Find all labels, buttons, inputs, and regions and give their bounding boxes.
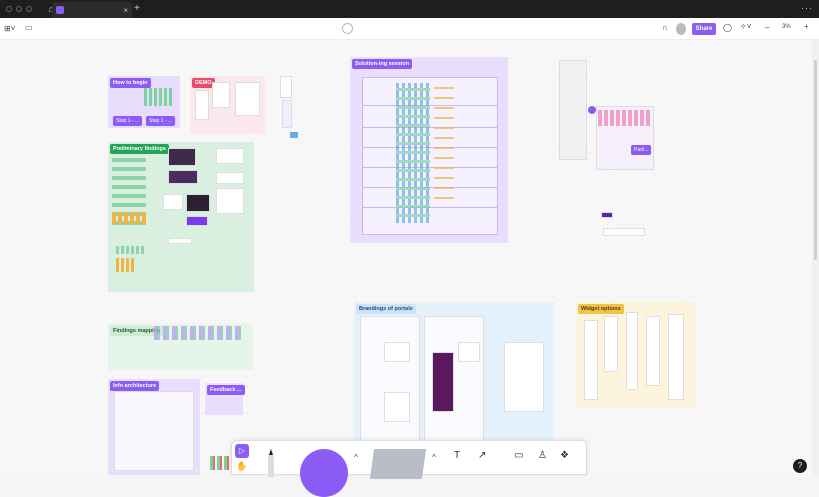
screenshot-thumb xyxy=(163,194,183,210)
sticky-cluster xyxy=(598,110,652,126)
section-demo[interactable]: DEMO xyxy=(190,76,265,134)
zoom-level[interactable]: 3% xyxy=(782,24,791,30)
avatar[interactable] xyxy=(676,23,686,35)
section-tool-icon[interactable]: ▭ xyxy=(514,450,523,461)
sticky-grid xyxy=(144,88,172,106)
tab-active[interactable]: × xyxy=(52,2,132,18)
screenshot-thumb xyxy=(186,216,208,226)
smiley-icon[interactable] xyxy=(342,23,353,34)
share-button[interactable]: Share xyxy=(692,23,716,35)
step-chip[interactable]: Step 1 - ... xyxy=(146,116,176,126)
widget-mock xyxy=(604,316,618,372)
connector-tool-icon[interactable]: ↗ xyxy=(478,450,486,461)
sticky-cluster xyxy=(434,87,454,207)
screenshot-thumb xyxy=(216,188,244,214)
section-label: Info architecture xyxy=(110,381,160,391)
sitemap-document xyxy=(114,391,194,471)
section-findings-mapping[interactable]: Findings mapping xyxy=(108,324,253,370)
whiteboard-canvas[interactable]: How to begin Step 1 - ... Step 1 - ... D… xyxy=(0,40,812,475)
portal-screenshot xyxy=(458,342,480,362)
tab-close-button[interactable]: × xyxy=(123,6,128,15)
document-thumb[interactable] xyxy=(280,76,292,98)
screenshot-thumb xyxy=(168,148,196,166)
text-tool[interactable]: T xyxy=(454,450,460,461)
shape-tool[interactable] xyxy=(300,449,348,497)
table-row xyxy=(362,147,498,148)
widgets-tool-icon[interactable]: ❖ xyxy=(560,450,569,461)
window-titlebar: ⌂ × + ··· xyxy=(0,0,819,18)
section-solutioning-session[interactable]: Solution-ing session xyxy=(350,57,508,243)
zoom-in-button[interactable]: + xyxy=(804,22,809,31)
table-row xyxy=(362,207,498,208)
sticky-cluster xyxy=(396,83,430,223)
document-thumb xyxy=(235,82,260,116)
help-button[interactable]: ? xyxy=(793,459,807,473)
section-info-architecture[interactable]: Info architecture xyxy=(108,379,200,475)
screenshot-thumb xyxy=(168,238,192,244)
document-thumb[interactable] xyxy=(603,228,645,236)
table-row xyxy=(362,167,498,168)
table-row xyxy=(362,187,498,188)
sticky-cluster[interactable] xyxy=(210,456,232,470)
main-menu-icon[interactable]: ⊞˅ xyxy=(4,24,15,33)
sticky-note[interactable] xyxy=(290,132,298,138)
marker-tip-icon xyxy=(269,449,273,455)
chevron-up-icon[interactable]: ^ xyxy=(432,453,436,462)
sticky-cluster xyxy=(154,326,244,340)
more-icon[interactable]: ··· xyxy=(801,3,813,13)
section-preliminary-findings[interactable]: Preliminary findings xyxy=(108,142,254,292)
section-widget-options[interactable]: Widget options xyxy=(576,302,696,408)
sticky-cluster xyxy=(116,258,136,272)
sticky-cluster xyxy=(112,212,148,224)
document-thumb xyxy=(212,82,230,108)
chevron-up-icon[interactable]: ^ xyxy=(354,453,358,462)
zoom-out-button[interactable]: – xyxy=(765,23,769,32)
top-toolbar: ⊞˅ ▭ ∩ Share ◯ ✧˅ – 3% + xyxy=(0,18,819,40)
hand-icon[interactable]: ✋ xyxy=(236,461,247,472)
section-label: Preliminary findings xyxy=(110,144,169,154)
document-thumb xyxy=(195,90,209,120)
pointer-tool[interactable]: ▷ xyxy=(235,444,249,458)
screenshot-thumb xyxy=(216,172,244,184)
avatar xyxy=(588,106,596,114)
table-row xyxy=(362,105,498,106)
screenshot-thumb[interactable] xyxy=(601,212,613,218)
table-row xyxy=(362,127,498,128)
flow-panel[interactable] xyxy=(559,60,587,160)
window-controls[interactable] xyxy=(6,6,32,12)
comment-icon[interactable]: ◯ xyxy=(723,23,732,32)
widget-mock xyxy=(646,316,660,386)
section-feedback[interactable]: Feedback ... xyxy=(205,383,245,415)
new-tab-button[interactable]: + xyxy=(134,3,140,14)
portal-screenshot xyxy=(384,392,410,422)
figjam-icon xyxy=(56,6,64,14)
creation-toolbar: ▷ ✋ ^ ^ T ↗ ▭ ♙ ❖ xyxy=(231,440,587,497)
screenshot-thumb xyxy=(216,148,244,164)
screenshot-thumb xyxy=(168,170,198,184)
document-thumb[interactable] xyxy=(282,100,292,128)
widget-mock xyxy=(584,320,598,400)
step-chip[interactable]: Step 1 - ... xyxy=(113,116,143,126)
layout-icon[interactable]: ▭ xyxy=(25,23,33,32)
portal-screenshot xyxy=(384,342,410,362)
section-label: Feedback ... xyxy=(207,385,245,395)
screenshot-thumb xyxy=(186,194,210,212)
section-label: How to begin xyxy=(110,78,151,88)
portal-screenshot xyxy=(432,352,454,412)
section-how-to-begin[interactable]: How to begin Step 1 - ... Step 1 - ... xyxy=(108,76,180,128)
sparkle-icon[interactable]: ✧˅ xyxy=(740,22,751,31)
portal-screenshot xyxy=(504,342,544,412)
stamp-tool-icon[interactable]: ♙ xyxy=(538,450,547,461)
section-label: Widget options xyxy=(578,304,624,314)
widget-mock xyxy=(626,312,638,390)
sticky-cluster xyxy=(116,246,146,254)
section-label: Solution-ing session xyxy=(352,59,413,69)
solution-table xyxy=(362,77,498,235)
section-chip[interactable]: Parti... xyxy=(631,145,652,155)
scrollbar-thumb[interactable] xyxy=(814,60,817,260)
headphones-icon[interactable]: ∩ xyxy=(662,23,668,32)
widget-mock xyxy=(668,314,684,400)
section-label: Brandings of portals xyxy=(356,304,416,314)
